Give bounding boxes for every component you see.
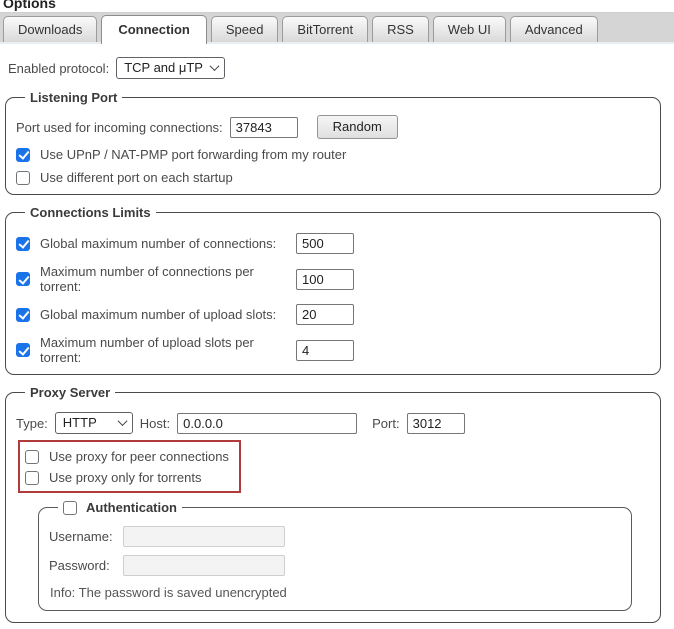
tab-rss[interactable]: RSS [372,16,429,42]
upnp-row: Use UPnP / NAT-PMP port forwarding from … [16,147,650,162]
global-max-upload-slots-row: Global maximum number of upload slots: [16,304,650,325]
enabled-protocol-label: Enabled protocol: [8,61,109,76]
options-tab-bar: Downloads Connection Speed BitTorrent RS… [0,13,674,44]
global-max-upload-slots-label: Global maximum number of upload slots: [40,307,286,322]
proxy-peer-connections-checkbox[interactable] [25,450,39,464]
chevron-down-icon [117,416,127,426]
password-info-text: Info: The password is saved unencrypted [50,585,621,600]
max-connections-per-torrent-input[interactable] [296,269,354,290]
authentication-legend-label: Authentication [86,500,177,515]
tab-webui[interactable]: Web UI [433,16,506,42]
max-connections-per-torrent-label: Maximum number of connections per torren… [40,264,286,294]
proxy-server-legend: Proxy Server [25,385,115,400]
global-max-upload-slots-input[interactable] [296,304,354,325]
proxy-host-label: Host: [140,416,170,431]
max-connections-per-torrent-row: Maximum number of connections per torren… [16,264,650,294]
proxy-peer-connections-row: Use proxy for peer connections [25,449,229,464]
max-upload-slots-per-torrent-label: Maximum number of upload slots per torre… [40,335,286,365]
enabled-protocol-row: Enabled protocol: TCP and μTP [8,57,674,79]
proxy-host-input[interactable] [177,413,357,434]
authentication-checkbox[interactable] [63,501,77,515]
different-port-checkbox[interactable] [16,171,30,185]
max-upload-slots-per-torrent-input[interactable] [296,340,354,361]
tab-downloads[interactable]: Downloads [3,16,97,42]
global-max-connections-input[interactable] [296,233,354,254]
tab-speed[interactable]: Speed [211,16,279,42]
enabled-protocol-value: TCP and μTP [124,60,203,75]
connections-limits-group: Connections Limits Global maximum number… [5,205,661,375]
proxy-only-torrents-label: Use proxy only for torrents [49,470,201,485]
global-max-connections-label: Global maximum number of connections: [40,236,286,251]
username-input[interactable] [123,526,285,547]
tab-bittorrent[interactable]: BitTorrent [282,16,368,42]
listening-port-legend: Listening Port [25,90,122,105]
upnp-checkbox[interactable] [16,148,30,162]
tab-advanced[interactable]: Advanced [510,16,598,42]
global-max-connections-checkbox[interactable] [16,237,30,251]
max-upload-slots-per-torrent-checkbox[interactable] [16,343,30,357]
username-row: Username: [49,526,621,547]
proxy-type-select[interactable]: HTTP [55,412,133,434]
upnp-label: Use UPnP / NAT-PMP port forwarding from … [40,147,346,162]
enabled-protocol-select[interactable]: TCP and μTP [116,57,225,79]
chevron-down-icon [210,61,220,71]
listening-port-legend-label: Listening Port [30,90,117,105]
global-max-upload-slots-checkbox[interactable] [16,308,30,322]
connection-tab-panel: Enabled protocol: TCP and μTP Listening … [0,44,674,629]
proxy-peer-connections-label: Use proxy for peer connections [49,449,229,464]
random-port-button[interactable]: Random [317,115,398,139]
different-port-label: Use different port on each startup [40,170,233,185]
global-max-connections-row: Global maximum number of connections: [16,233,650,254]
proxy-server-group: Proxy Server Type: HTTP Host: Port: Use … [5,385,661,623]
proxy-settings-row: Type: HTTP Host: Port: [16,412,650,434]
incoming-port-row: Port used for incoming connections: Rand… [16,115,650,139]
proxy-server-legend-label: Proxy Server [30,385,110,400]
max-upload-slots-per-torrent-row: Maximum number of upload slots per torre… [16,335,650,365]
username-label: Username: [49,529,115,544]
listening-port-group: Listening Port Port used for incoming co… [5,90,661,195]
connections-limits-legend-label: Connections Limits [30,205,151,220]
proxy-options-highlight-box: Use proxy for peer connections Use proxy… [18,440,241,493]
proxy-port-input[interactable] [407,413,465,434]
proxy-type-value: HTTP [63,415,97,430]
window-title: Options [3,0,674,11]
proxy-port-label: Port: [372,416,399,431]
password-input[interactable] [123,555,285,576]
incoming-port-input[interactable] [230,117,298,138]
different-port-row: Use different port on each startup [16,170,650,185]
proxy-only-torrents-row: Use proxy only for torrents [25,470,229,485]
connections-limits-legend: Connections Limits [25,205,156,220]
max-connections-per-torrent-checkbox[interactable] [16,272,30,286]
password-row: Password: [49,555,621,576]
authentication-legend: Authentication [58,500,182,515]
password-label: Password: [49,558,115,573]
incoming-port-label: Port used for incoming connections: [16,120,223,135]
proxy-type-label: Type: [16,416,48,431]
authentication-group: Authentication Username: Password: Info:… [38,500,632,611]
tab-connection[interactable]: Connection [101,15,207,44]
proxy-only-torrents-checkbox[interactable] [25,471,39,485]
window-titlebar: Options [0,0,674,13]
